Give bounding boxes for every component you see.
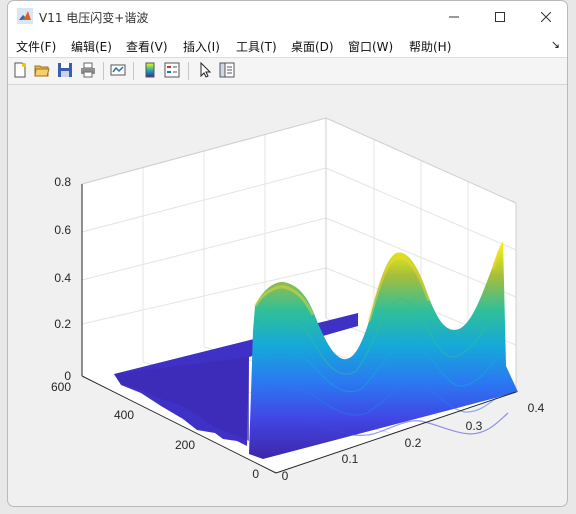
pointer-icon[interactable] bbox=[197, 62, 213, 78]
menu-file[interactable]: 文件(F) bbox=[16, 38, 56, 55]
x-tick-label: 0.4 bbox=[528, 401, 545, 415]
link-plot-icon[interactable] bbox=[110, 62, 126, 78]
close-button[interactable] bbox=[523, 1, 567, 33]
minimize-icon bbox=[449, 16, 459, 18]
title-bar: V11 电压闪变+谐波 bbox=[8, 1, 567, 33]
legend-icon[interactable] bbox=[164, 62, 180, 78]
matlab-icon bbox=[17, 8, 33, 24]
y-tick-label: 600 bbox=[51, 380, 71, 394]
x-tick-label: 0 bbox=[282, 469, 289, 483]
colorbar-icon[interactable] bbox=[142, 62, 158, 78]
z-tick-label: 0.2 bbox=[54, 317, 71, 331]
menu-help[interactable]: 帮助(H) bbox=[409, 38, 451, 55]
toolbar-separator bbox=[188, 62, 189, 80]
menu-window[interactable]: 窗口(W) bbox=[348, 38, 393, 55]
minimize-button[interactable] bbox=[431, 1, 477, 33]
toolbar-separator bbox=[103, 62, 104, 80]
save-icon[interactable] bbox=[57, 62, 73, 78]
menu-view[interactable]: 查看(V) bbox=[126, 38, 168, 55]
figure-window: V11 电压闪变+谐波 文件(F) 编辑(E) 查看(V) 插入(I) 工具(T… bbox=[7, 0, 568, 507]
print-icon[interactable] bbox=[80, 62, 96, 78]
menu-tools[interactable]: 工具(T) bbox=[236, 38, 277, 55]
close-icon bbox=[541, 12, 551, 22]
y-tick-label: 400 bbox=[114, 408, 134, 422]
maximize-icon bbox=[495, 12, 505, 22]
open-file-icon[interactable] bbox=[34, 62, 50, 78]
menu-edit[interactable]: 编辑(E) bbox=[71, 38, 112, 55]
z-tick-label: 0.4 bbox=[54, 271, 71, 285]
toolbar-separator bbox=[133, 62, 134, 80]
menu-insert[interactable]: 插入(I) bbox=[183, 38, 220, 55]
x-tick-label: 0.1 bbox=[342, 452, 359, 466]
new-figure-icon[interactable] bbox=[12, 62, 28, 78]
z-tick-label: 0.6 bbox=[54, 223, 71, 237]
plot-area[interactable]: 0 0.2 0.4 0.6 0.8 0 200 400 600 0 0.1 0.… bbox=[8, 85, 568, 507]
property-inspector-icon[interactable] bbox=[219, 62, 235, 78]
menu-overflow-icon[interactable]: ↘ bbox=[551, 38, 560, 51]
x-tick-label: 0.3 bbox=[466, 419, 483, 433]
z-tick-label: 0.8 bbox=[54, 175, 71, 189]
window-title: V11 电压闪变+谐波 bbox=[39, 11, 149, 25]
y-tick-label: 200 bbox=[175, 438, 195, 452]
surface-plot[interactable]: 0 0.2 0.4 0.6 0.8 0 200 400 600 0 0.1 0.… bbox=[8, 85, 568, 507]
y-tick-label: 0 bbox=[252, 467, 259, 481]
x-tick-label: 0.2 bbox=[405, 436, 422, 450]
menu-bar: 文件(F) 编辑(E) 查看(V) 插入(I) 工具(T) 桌面(D) 窗口(W… bbox=[8, 33, 567, 58]
menu-desktop[interactable]: 桌面(D) bbox=[291, 38, 334, 55]
maximize-button[interactable] bbox=[477, 1, 523, 33]
toolbar bbox=[8, 58, 567, 85]
